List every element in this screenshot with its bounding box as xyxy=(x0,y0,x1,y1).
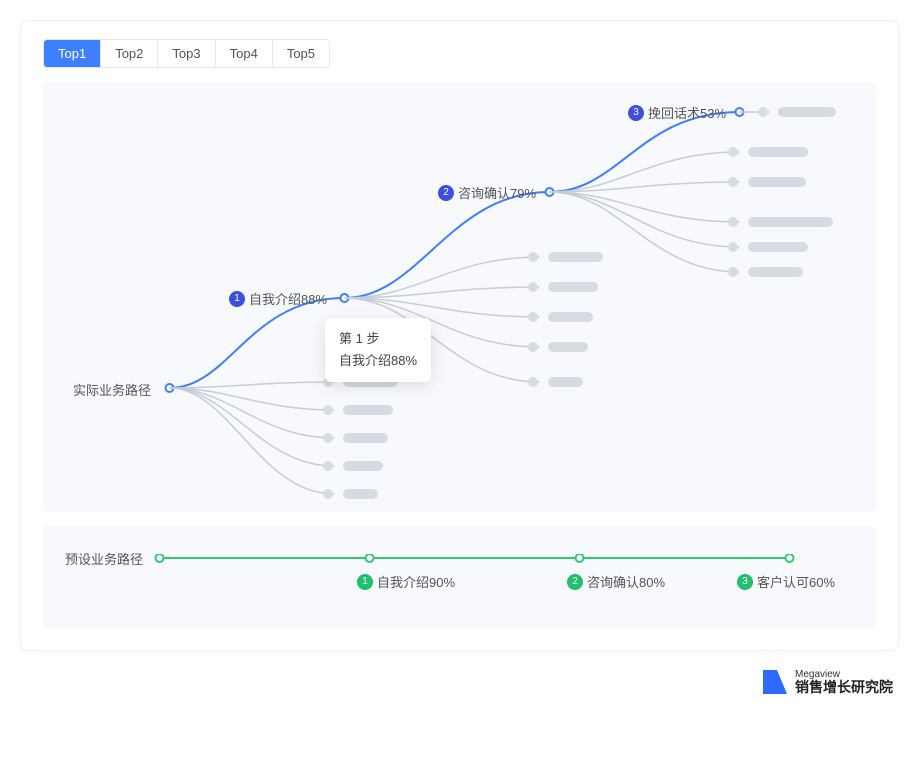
badge-2: 2 xyxy=(438,185,454,201)
tab-top1[interactable]: Top1 xyxy=(44,40,101,67)
leaf-dot xyxy=(728,217,738,227)
root-label-text: 实际业务路径 xyxy=(73,380,151,399)
leaf-pill xyxy=(748,147,808,157)
leaf-pill xyxy=(548,312,593,322)
badge-3: 3 xyxy=(628,105,644,121)
tooltip-line2: 自我介绍88% xyxy=(339,350,417,372)
leaf-pill xyxy=(548,252,603,262)
leaf-dot xyxy=(728,177,738,187)
logo-icon xyxy=(763,670,787,694)
badge-green-2: 2 xyxy=(567,574,583,590)
leaf-pill xyxy=(748,267,803,277)
tab-top3[interactable]: Top3 xyxy=(158,40,215,67)
step3-node[interactable]: 3 挽回话术53% xyxy=(628,103,726,122)
leaf-dot xyxy=(323,405,333,415)
step2-node[interactable]: 2 咨询确认79% xyxy=(438,183,536,202)
preset-step-2: 2 咨询确认80% xyxy=(567,572,665,591)
tab-top2[interactable]: Top2 xyxy=(101,40,158,67)
leaf-dot xyxy=(528,312,538,322)
tooltip-line1: 第 1 步 xyxy=(339,328,417,350)
tab-group: Top1 Top2 Top3 Top4 Top5 xyxy=(43,39,330,68)
leaf-pill xyxy=(748,217,833,227)
leaf-pill xyxy=(343,405,393,415)
preset-step-3: 3 客户认可60% xyxy=(737,572,835,591)
step1-label: 自我介绍88% xyxy=(249,289,327,308)
footer-logo: Megaview 销售增长研究院 xyxy=(20,669,899,695)
leaf-pill xyxy=(748,242,808,252)
preset-step-2-label: 咨询确认80% xyxy=(587,572,665,591)
main-card: Top1 Top2 Top3 Top4 Top5 xyxy=(20,20,899,651)
leaf-dot xyxy=(323,433,333,443)
step1-node[interactable]: 1 自我介绍88% xyxy=(229,289,327,308)
tab-top4[interactable]: Top4 xyxy=(216,40,273,67)
preset-path-area: 预设业务路径 1 自我介绍90% 2 咨询确认80% 3 客户认可60% xyxy=(43,526,876,628)
leaf-pill xyxy=(548,282,598,292)
badge-green-3: 3 xyxy=(737,574,753,590)
root-label: 实际业务路径 xyxy=(73,380,151,399)
leaf-dot xyxy=(323,489,333,499)
leaf-dot xyxy=(323,461,333,471)
leaf-dot xyxy=(728,267,738,277)
leaf-pill xyxy=(748,177,806,187)
leaf-dot xyxy=(528,252,538,262)
leaf-dot xyxy=(758,107,768,117)
badge-1: 1 xyxy=(229,291,245,307)
logo-text: Megaview 销售增长研究院 xyxy=(795,669,893,695)
leaf-dot xyxy=(728,242,738,252)
leaf-pill xyxy=(548,377,583,387)
step3-label: 挽回话术53% xyxy=(648,103,726,122)
leaf-pill xyxy=(343,433,388,443)
leaf-pill xyxy=(778,107,836,117)
leaf-pill xyxy=(548,342,588,352)
leaf-dot xyxy=(528,282,538,292)
step2-label: 咨询确认79% xyxy=(458,183,536,202)
preset-step-3-label: 客户认可60% xyxy=(757,572,835,591)
tab-top5[interactable]: Top5 xyxy=(273,40,329,67)
preset-line: 预设业务路径 1 自我介绍90% 2 咨询确认80% 3 客户认可60% xyxy=(65,554,854,594)
tooltip: 第 1 步 自我介绍88% xyxy=(325,318,431,382)
preset-step-1: 1 自我介绍90% xyxy=(357,572,455,591)
leaf-pill xyxy=(343,461,383,471)
leaf-dot xyxy=(528,377,538,387)
logo-cn: 销售增长研究院 xyxy=(795,680,893,695)
leaf-dot xyxy=(528,342,538,352)
preset-svg xyxy=(65,554,854,594)
badge-green-1: 1 xyxy=(357,574,373,590)
leaf-dot xyxy=(728,147,738,157)
preset-step-1-label: 自我介绍90% xyxy=(377,572,455,591)
tree-diagram: 实际业务路径 1 自我介绍88% 2 咨询确认79% 3 挽回话术53% 第 1… xyxy=(43,82,876,512)
leaf-pill xyxy=(343,489,378,499)
